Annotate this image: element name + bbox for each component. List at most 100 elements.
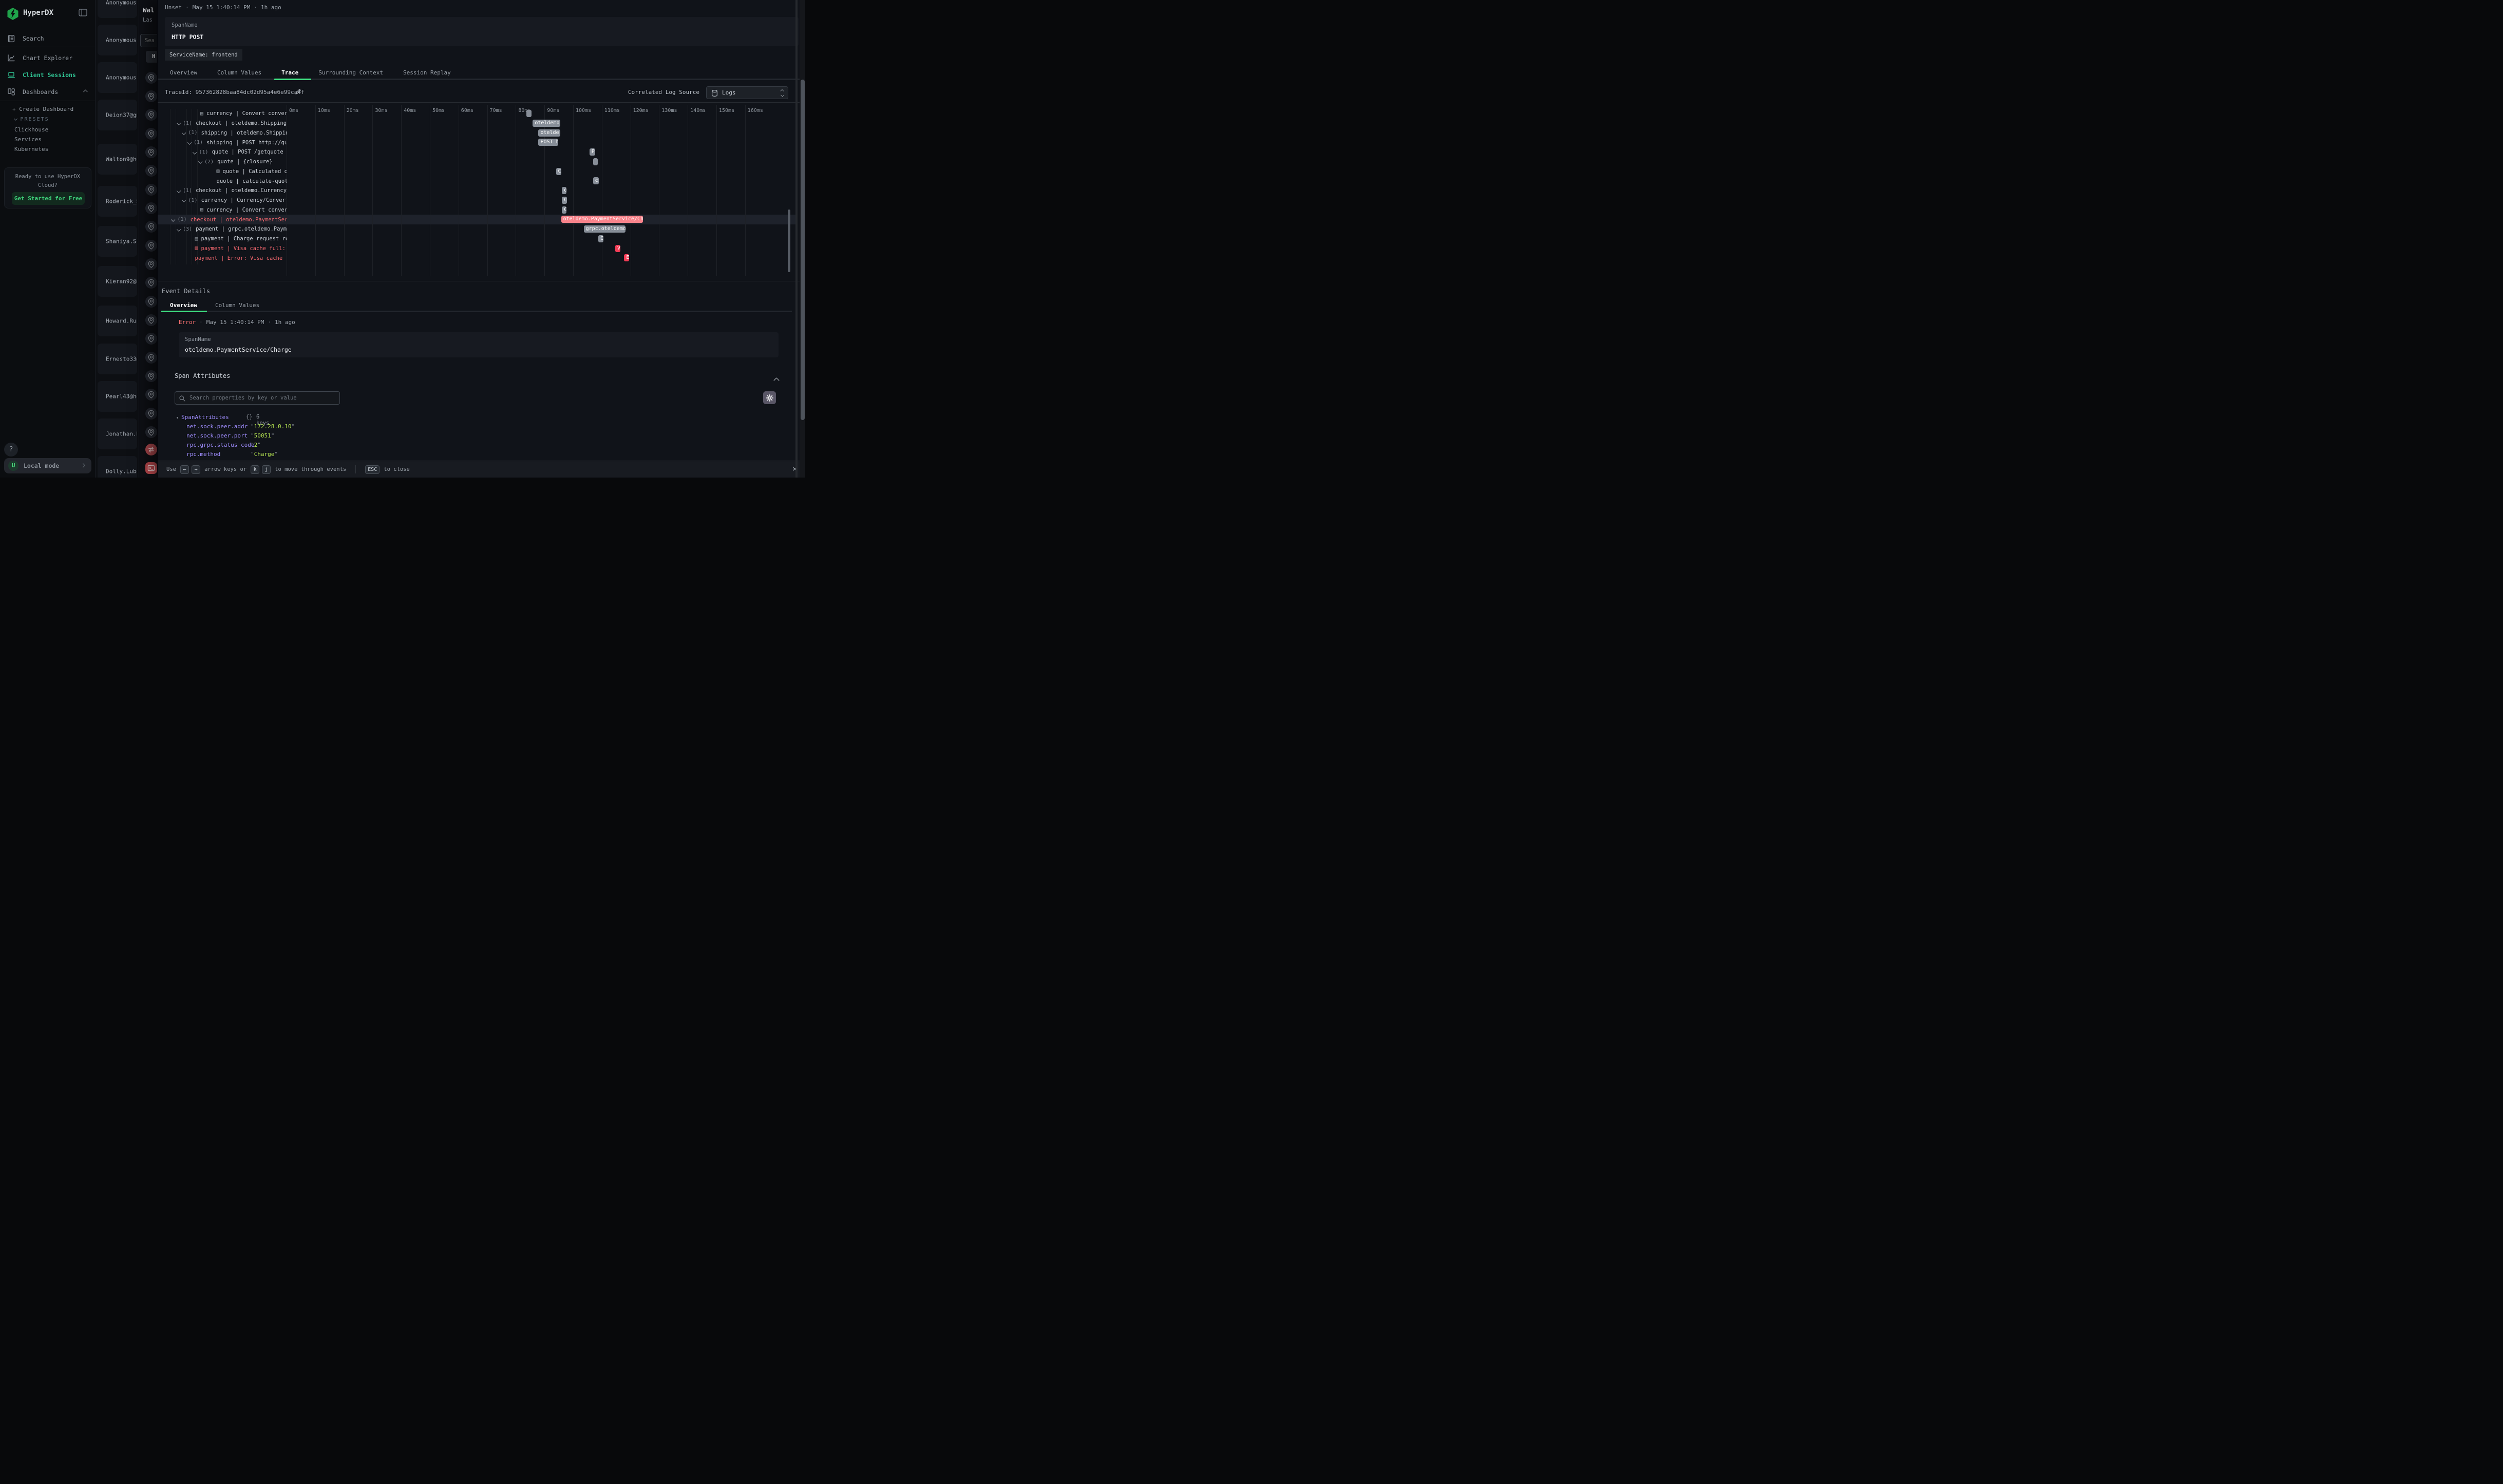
get-started-button[interactable]: Get Started for Free (12, 192, 85, 205)
session-event-pin-icon[interactable] (145, 165, 157, 177)
trace-tree-row[interactable]: ▤quote | Calculated q… (158, 167, 287, 177)
create-dashboard-button[interactable]: + Create Dashboard (12, 106, 73, 112)
tab-trace[interactable]: Trace (281, 69, 298, 76)
span-duration-bar[interactable]: otelder (538, 129, 560, 137)
trace-tree-row[interactable]: (3)payment | grpc.oteldemo.Paymen… (158, 224, 287, 234)
trace-tree-row[interactable]: (1)checkout | oteldemo.ShippingSe… (158, 119, 287, 128)
tab-overview[interactable]: Overview (170, 302, 197, 309)
log-source-select[interactable]: Logs (706, 86, 788, 99)
session-card[interactable]: Kieran92@h (98, 266, 137, 297)
session-card[interactable]: Shaniya.Sc (98, 226, 137, 257)
session-event-pin-icon[interactable] (145, 221, 157, 233)
strip-search-box[interactable] (140, 34, 159, 47)
sidebar-item-dashboards[interactable]: Dashboards (0, 85, 95, 99)
attributes-settings-button[interactable] (763, 391, 776, 404)
trace-tree-row[interactable]: (1)currency | Currency/Convert (158, 196, 287, 205)
session-card[interactable]: Anonymous (98, 0, 137, 18)
help-button[interactable]: ? (4, 443, 18, 456)
chevron-down-icon[interactable] (171, 218, 175, 222)
attribute-key[interactable]: rpc.grpc.status_code (186, 442, 254, 448)
span-duration-bar[interactable]: P (590, 148, 595, 156)
span-duration-bar[interactable]: V (615, 245, 620, 252)
session-event-pin-icon[interactable] (145, 314, 157, 326)
session-event-pin-icon[interactable] (145, 258, 157, 270)
attribute-key[interactable]: rpc.method (186, 451, 220, 458)
session-event-pin-icon[interactable] (145, 333, 157, 345)
trace-tree-row[interactable]: ▤currency | Convert convers… (158, 205, 287, 215)
tab-session-replay[interactable]: Session Replay (403, 69, 451, 76)
trace-tree-row[interactable]: (2)quote | {closure} (158, 157, 287, 167)
span-duration-bar[interactable]: C (562, 197, 567, 204)
chevron-down-icon[interactable] (198, 160, 202, 164)
session-card[interactable]: Jonathan.B (98, 418, 137, 449)
attribute-key[interactable]: net.sock.peer.port (186, 432, 248, 439)
session-event-pin-icon[interactable] (145, 408, 157, 420)
session-card[interactable]: Ernesto33@ (98, 344, 137, 374)
chevron-down-icon[interactable] (187, 141, 191, 145)
sidebar-item-search[interactable]: Search (0, 32, 95, 46)
session-card[interactable]: Howard.Run (98, 306, 137, 336)
span-duration-bar[interactable]: grpc.oteldemo. (584, 225, 625, 233)
chevron-down-icon[interactable] (182, 198, 186, 202)
span-duration-bar[interactable]: oteldemo.PaymentService/Char (561, 216, 643, 223)
sidebar-item-client-sessions[interactable]: Client Sessions (0, 68, 95, 82)
session-card[interactable]: Pearl43@ho (98, 381, 137, 412)
session-card[interactable]: Anonymous (98, 25, 137, 55)
trace-tree-row[interactable]: (1)quote | POST /getquote (158, 147, 287, 157)
session-event-pin-icon[interactable] (145, 72, 157, 84)
terminal-icon[interactable] (145, 462, 157, 474)
session-event-pin-icon[interactable] (145, 128, 157, 140)
span-duration-bar[interactable]: E (624, 254, 629, 261)
exchange-arrows-icon[interactable] (145, 444, 157, 455)
collapse-attributes-icon[interactable] (774, 375, 779, 385)
edit-trace-id-icon[interactable] (294, 88, 302, 96)
waterfall-scrollbar-thumb[interactable] (788, 210, 790, 272)
attributes-search-box[interactable] (175, 391, 340, 405)
session-event-pin-icon[interactable] (145, 90, 157, 102)
tab-overview[interactable]: Overview (170, 69, 197, 76)
span-duration-bar[interactable]: C (598, 235, 603, 242)
session-card[interactable]: Deion37@gm (98, 100, 137, 130)
attribute-value[interactable]: "50051" (251, 432, 274, 439)
attributes-search-input[interactable] (188, 393, 335, 403)
trace-tree-row[interactable]: ▤payment | Charge request rec… (158, 234, 287, 244)
presets-toggle[interactable]: PRESETS (14, 117, 49, 122)
session-event-pin-icon[interactable] (145, 277, 157, 289)
span-duration-bar[interactable]: o (562, 187, 566, 194)
trace-tree-row[interactable]: (1)shipping | oteldemo.Shipping… (158, 128, 287, 138)
session-event-pin-icon[interactable] (145, 109, 157, 121)
trace-tree-row[interactable]: ▤currency | Convert convers… (158, 109, 287, 119)
tree-expand-icon[interactable]: ▾ (176, 415, 179, 420)
trace-tree-row[interactable]: ▤payment | Visa cache full: c… (158, 244, 287, 254)
tab-column-values[interactable]: Column Values (217, 69, 261, 76)
span-duration-bar[interactable] (526, 110, 532, 117)
attribute-value[interactable]: "Charge" (251, 451, 278, 458)
chevron-down-icon[interactable] (182, 131, 186, 135)
trace-tree-row[interactable]: (1)shipping | POST http://quo… (158, 138, 287, 147)
tab-surrounding-context[interactable]: Surrounding Context (318, 69, 383, 76)
span-duration-bar[interactable]: POST h (538, 139, 558, 146)
span-duration-bar[interactable]: C (556, 168, 562, 175)
session-event-pin-icon[interactable] (145, 370, 157, 382)
trace-tree-row[interactable]: (1)checkout | oteldemo.PaymentServi… (158, 215, 287, 224)
attribute-value[interactable]: "2" (251, 442, 261, 448)
session-card[interactable]: Roderick_S (98, 186, 137, 217)
session-event-pin-icon[interactable] (145, 240, 157, 252)
sidebar-item-chart-explorer[interactable]: Chart Explorer (0, 51, 95, 65)
session-event-pin-icon[interactable] (145, 352, 157, 364)
session-event-pin-icon[interactable] (145, 296, 157, 308)
session-card[interactable]: Walton9@ho (98, 144, 137, 175)
span-duration-bar[interactable] (593, 158, 598, 165)
collapse-sidebar-icon[interactable] (79, 9, 87, 16)
session-event-pin-icon[interactable] (145, 184, 157, 196)
preset-clickhouse[interactable]: Clickhouse (14, 126, 48, 133)
attribute-value[interactable]: "172.28.0.10" (251, 423, 295, 430)
chevron-down-icon[interactable] (176, 121, 180, 125)
tab-column-values[interactable]: Column Values (215, 302, 259, 309)
session-card[interactable]: Anonymous (98, 62, 137, 93)
session-event-pin-icon[interactable] (145, 202, 157, 214)
service-name-chip[interactable]: ServiceName: frontend (165, 49, 242, 61)
session-card[interactable]: Dolly.Lubo (98, 456, 137, 478)
span-duration-bar[interactable]: C (562, 206, 566, 214)
scrollbar-thumb[interactable] (801, 80, 805, 420)
